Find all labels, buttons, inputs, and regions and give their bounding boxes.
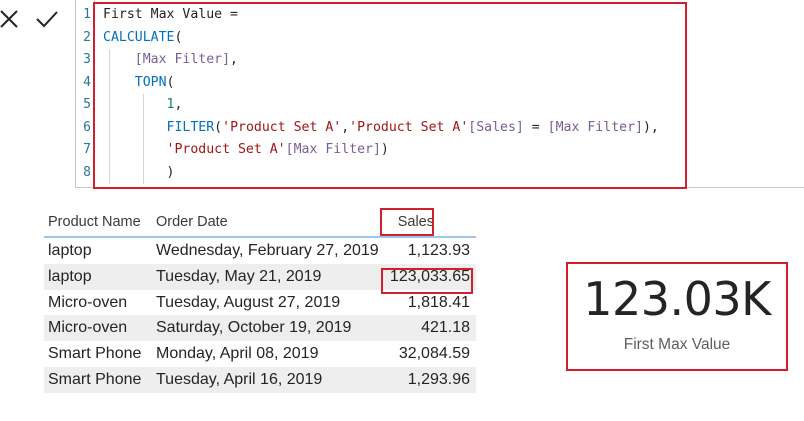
code-token: ( <box>174 29 183 45</box>
code-token: [Sales] <box>468 119 524 135</box>
code-line: FILTER('Product Set A','Product Set A'[S… <box>103 116 793 139</box>
line-number: 7 <box>83 142 91 157</box>
cell-sales: 421.18 <box>421 319 470 337</box>
cell-order-date: Tuesday, April 16, 2019 <box>156 370 323 388</box>
formula-code[interactable]: First Max Value = CALCULATE( [Max Filter]… <box>103 4 793 184</box>
indent-guide <box>109 139 110 162</box>
header-product-name[interactable]: Product Name <box>48 214 141 230</box>
code-token: 'Product Set A' <box>166 142 286 157</box>
card-label: First Max Value <box>623 336 731 353</box>
table-body: laptop Wednesday, February 27, 2019 1,123.… <box>44 238 476 393</box>
close-icon[interactable] <box>0 4 24 34</box>
code-token: TOPN <box>134 74 167 90</box>
code-token: ) <box>166 164 175 180</box>
indent-guide <box>143 94 144 117</box>
table-row[interactable]: Smart Phone Tuesday, April 16, 2019 1,293.… <box>44 366 476 393</box>
cell-product-name: Smart Phone <box>48 345 142 363</box>
header-sales[interactable]: Sales <box>398 214 434 230</box>
cell-sales: 32,084.59 <box>398 345 470 363</box>
table-row[interactable]: Micro-oven Saturday, October 19, 2019 421.… <box>44 315 476 342</box>
code-token: 'Product Set A' <box>349 119 469 135</box>
code-token: First Max Value = <box>103 7 238 22</box>
cell-product-name: Micro-oven <box>48 293 128 311</box>
cell-order-date: Wednesday, February 27, 2019 <box>156 242 379 259</box>
line-number: 2 <box>83 29 91 45</box>
code-token: [Max Filter] <box>285 142 381 157</box>
code-token: FILTER <box>166 119 215 135</box>
code-line: CALCULATE( <box>103 27 793 50</box>
cell-sales: 1,123.93 <box>407 242 470 259</box>
code-line: TOPN( <box>103 71 793 94</box>
code-token: ) <box>380 142 389 157</box>
code-token: 'Product Set A' <box>222 119 342 135</box>
cell-sales: 1,818.41 <box>407 293 470 311</box>
report-canvas: 12345678 First Max Value = CALCULATE( [Ma… <box>0 0 804 421</box>
code-token: CALCULATE <box>103 29 175 45</box>
code-line: First Max Value = <box>103 4 793 27</box>
indent-guide <box>143 161 144 184</box>
line-number: 8 <box>83 164 91 180</box>
cell-product-name: Smart Phone <box>48 370 142 388</box>
code-token: [Max Filter] <box>134 52 231 67</box>
formula-actions <box>0 4 70 34</box>
code-line: 1, <box>103 94 793 117</box>
first-max-value-card[interactable]: 123.03K First Max Value <box>566 262 788 371</box>
cell-order-date: Tuesday, May 21, 2019 <box>156 267 322 285</box>
indent-guide <box>109 116 110 139</box>
cell-sales: 1,293.96 <box>407 370 470 388</box>
line-number: 4 <box>83 74 91 90</box>
cell-sales: 123,033.65 <box>389 267 470 285</box>
line-number: 1 <box>83 7 91 22</box>
sales-table[interactable]: Product Name Order Date Sales laptop Wedn… <box>44 208 476 393</box>
card-value: 123.03K <box>583 272 771 326</box>
indent-guide <box>109 71 110 94</box>
table-header: Product Name Order Date Sales <box>44 208 476 238</box>
code-token: , <box>174 97 183 112</box>
gutter-separator <box>94 0 95 188</box>
cell-product-name: laptop <box>48 267 92 285</box>
header-order-date[interactable]: Order Date <box>156 214 228 230</box>
code-token: , <box>230 52 238 67</box>
code-token: , <box>341 119 350 135</box>
table-row[interactable]: Micro-oven Tuesday, August 27, 2019 1,818.… <box>44 290 476 316</box>
code-token: = <box>523 119 548 135</box>
line-number: 5 <box>83 97 91 112</box>
line-number-gutter: 1 2 3 4 5 6 7 8 <box>76 4 94 184</box>
code-token: [Max Filter] <box>547 119 643 135</box>
table-row[interactable]: Smart Phone Monday, April 08, 2019 32,084.… <box>44 341 476 367</box>
code-line: [Max Filter], <box>103 49 793 72</box>
table-row[interactable]: laptop Tuesday, May 21, 2019 123,033.65 <box>44 263 476 290</box>
indent-guide <box>143 116 144 139</box>
code-token: ( <box>166 74 175 90</box>
cell-product-name: laptop <box>48 242 92 259</box>
indent-guide <box>109 49 110 72</box>
checkmark-icon[interactable] <box>32 4 62 34</box>
code-token: ( <box>214 119 223 135</box>
code-line: ) <box>103 161 793 184</box>
table-row[interactable]: laptop Wednesday, February 27, 2019 1,123.… <box>44 238 476 264</box>
code-token: ), <box>642 119 659 135</box>
line-number: 6 <box>83 119 91 135</box>
line-number: 3 <box>83 52 91 67</box>
dax-formula-editor[interactable]: 12345678 First Max Value = CALCULATE( [Ma… <box>75 0 804 188</box>
indent-guide <box>143 139 144 162</box>
cell-product-name: Micro-oven <box>48 319 128 337</box>
code-line: 'Product Set A'[Max Filter]) <box>103 139 793 162</box>
cell-order-date: Tuesday, August 27, 2019 <box>156 293 341 311</box>
indent-guide <box>109 161 110 184</box>
cell-order-date: Monday, April 08, 2019 <box>156 345 319 363</box>
cell-order-date: Saturday, October 19, 2019 <box>156 319 352 337</box>
indent-guide <box>109 94 110 117</box>
